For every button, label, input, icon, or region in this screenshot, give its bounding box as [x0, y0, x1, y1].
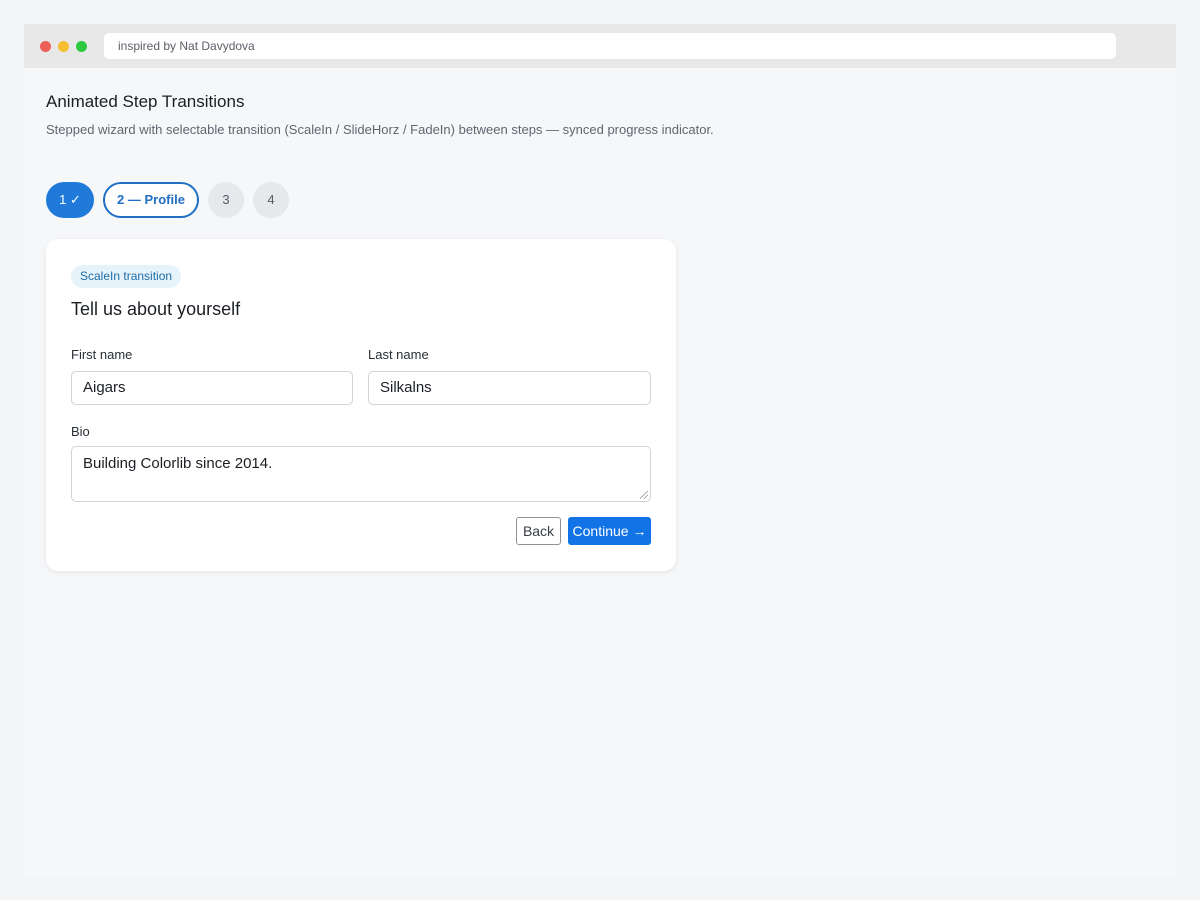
- card-title: Tell us about yourself: [71, 299, 241, 319]
- first-name-input[interactable]: Aigars: [71, 371, 353, 405]
- back-button[interactable]: Back: [516, 517, 561, 545]
- browser-titlebar: inspired by Nat Davydova: [24, 24, 1176, 68]
- maximize-window-dot[interactable]: [76, 41, 87, 52]
- resize-handle-icon[interactable]: [640, 491, 648, 499]
- first-name-label: First name: [71, 347, 133, 362]
- bio-textarea[interactable]: Building Colorlib since 2014.: [71, 446, 651, 502]
- wizard-card: ScaleIn transition Tell us about yoursel…: [46, 239, 676, 571]
- bio-text: Building Colorlib since 2014.: [83, 455, 273, 472]
- step-2-button[interactable]: 2 — Profile: [103, 182, 199, 218]
- main-content: Animated Step Transitions Stepped wizard…: [46, 92, 1176, 571]
- step-1-button[interactable]: 1 ✓: [46, 182, 94, 218]
- browser-window: inspired by Nat Davydova Animated Step T…: [24, 24, 1176, 876]
- page-title: Animated Step Transitions: [46, 92, 245, 111]
- continue-button[interactable]: Continue →: [568, 517, 651, 545]
- last-name-label: Last name: [368, 347, 429, 362]
- transition-badge: ScaleIn transition: [71, 265, 182, 288]
- minimize-window-dot[interactable]: [58, 41, 69, 52]
- last-name-input[interactable]: Silkalns: [368, 371, 651, 405]
- bio-label: Bio: [71, 424, 90, 439]
- step-4-button[interactable]: 4: [253, 182, 289, 218]
- step-3-button[interactable]: 3: [208, 182, 244, 218]
- close-window-dot[interactable]: [40, 41, 51, 52]
- page-subtitle: Stepped wizard with selectable transitio…: [46, 122, 714, 137]
- address-bar[interactable]: inspired by Nat Davydova: [104, 33, 1116, 59]
